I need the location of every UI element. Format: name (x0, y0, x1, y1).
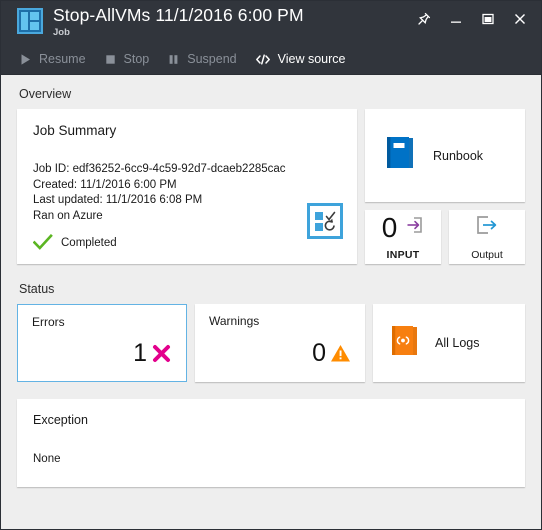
play-icon (19, 53, 32, 66)
input-top-row: 0 (381, 211, 425, 243)
errors-value-row: 1 (32, 329, 172, 381)
command-toolbar: Resume Stop Suspend View source (1, 44, 541, 75)
overview-right-column: Runbook 0 INPUT Output (365, 109, 525, 264)
errors-tile[interactable]: Errors 1 (17, 304, 187, 382)
stop-square-icon (104, 53, 117, 66)
title-block: Stop-AllVMs 11/1/2016 6:00 PM Job (53, 6, 304, 37)
suspend-button[interactable]: Suspend (167, 52, 237, 66)
job-status-label: Completed (61, 236, 117, 249)
job-summary-tile[interactable]: Job Summary Job ID: edf36252-6cc9-4c59-9… (17, 109, 357, 264)
errors-count: 1 (133, 338, 147, 367)
code-brackets-icon (255, 53, 271, 66)
io-row: 0 INPUT Output (365, 210, 525, 264)
suspend-label: Suspend (187, 52, 237, 66)
page-title: Stop-AllVMs 11/1/2016 6:00 PM (53, 5, 304, 25)
job-status-row: Completed (33, 234, 341, 251)
content-area: Overview Job Summary Job ID: edf36252-6c… (1, 75, 541, 529)
overview-section-label: Overview (19, 87, 72, 101)
input-label: INPUT (386, 248, 420, 261)
error-x-icon (151, 343, 172, 364)
warnings-tile[interactable]: Warnings 0 (195, 304, 365, 382)
created-line: Created: 11/1/2016 6:00 PM (33, 178, 177, 191)
pin-icon[interactable] (409, 7, 439, 31)
errors-label: Errors (32, 315, 65, 329)
resume-button[interactable]: Resume (19, 52, 86, 66)
job-summary-details: Job ID: edf36252-6cc9-4c59-92d7-dcaeb228… (33, 162, 341, 224)
window-controls (409, 7, 535, 31)
runbook-label: Runbook (433, 148, 484, 163)
exception-tile: Exception None (17, 399, 525, 487)
orange-book-icon (389, 324, 421, 363)
warnings-value-row: 0 (209, 328, 351, 382)
input-count: 0 (381, 211, 398, 243)
page-subtitle: Job (53, 26, 70, 38)
exception-title: Exception (33, 413, 88, 427)
overview-row: Job Summary Job ID: edf36252-6cc9-4c59-9… (17, 109, 525, 264)
close-icon[interactable] (505, 7, 535, 31)
dashboard-icon (17, 8, 43, 34)
job-id-line: Job ID: edf36252-6cc9-4c59-92d7-dcaeb228… (33, 163, 286, 175)
input-arrow-icon (404, 215, 424, 240)
job-details-window: Stop-AllVMs 11/1/2016 6:00 PM Job Resume… (0, 0, 542, 530)
minimize-icon[interactable] (441, 7, 471, 31)
output-arrow-icon (474, 214, 500, 241)
blue-book-icon (383, 135, 417, 176)
view-source-label: View source (277, 52, 346, 66)
status-row: Errors 1 Warnings 0 All Logs (17, 304, 525, 382)
exception-body: None (33, 453, 61, 465)
stop-button[interactable]: Stop (104, 52, 150, 66)
resume-label: Resume (39, 52, 86, 66)
all-logs-label: All Logs (435, 336, 480, 350)
ran-on-line: Ran on Azure (33, 209, 103, 222)
status-section-label: Status (19, 282, 55, 296)
output-top-row (474, 214, 500, 242)
runbook-tile[interactable]: Runbook (365, 109, 525, 202)
all-logs-tile[interactable]: All Logs (373, 304, 525, 382)
last-updated-line: Last updated: 11/1/2016 6:08 PM (33, 194, 203, 206)
view-source-button[interactable]: View source (255, 52, 346, 66)
output-label: Output (471, 248, 503, 261)
warnings-count: 0 (312, 338, 326, 367)
pause-icon (167, 53, 180, 66)
warning-triangle-icon (330, 343, 351, 363)
job-checklist-icon (307, 203, 343, 244)
stop-label: Stop (123, 52, 150, 66)
title-bar: Stop-AllVMs 11/1/2016 6:00 PM Job (1, 1, 541, 44)
warnings-label: Warnings (209, 314, 260, 328)
green-check-icon (33, 234, 53, 251)
maximize-icon[interactable] (473, 7, 503, 31)
input-tile[interactable]: 0 INPUT (365, 210, 441, 264)
output-tile[interactable]: Output (449, 210, 525, 264)
job-summary-title: Job Summary (33, 123, 117, 138)
